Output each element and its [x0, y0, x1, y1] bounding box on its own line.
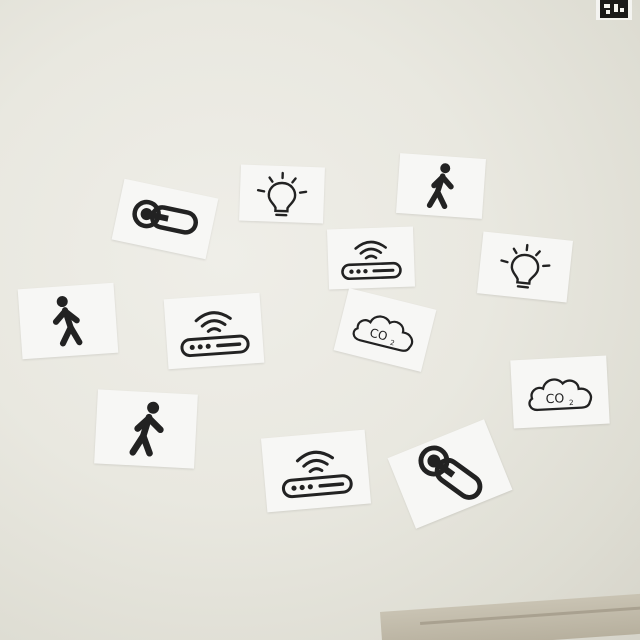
wifi-router-card [326, 226, 416, 290]
walking-person-card [17, 282, 119, 360]
walking-person-icon [52, 296, 83, 347]
wifi-router-card [163, 292, 265, 370]
light-bulb-card [477, 231, 573, 303]
walking-person-card [94, 389, 198, 469]
thermometer-icon [132, 199, 198, 235]
co2-label: CO [368, 326, 389, 344]
light-bulb-icon [500, 243, 551, 289]
walking-person-card [396, 153, 486, 219]
wifi-router-icon [180, 311, 250, 358]
wifi-router-card [260, 429, 372, 513]
co2-label: CO [545, 390, 565, 406]
walking-person-icon [426, 163, 454, 210]
thermometer-card [387, 419, 513, 529]
co2-cloud-icon: CO 2 [352, 315, 414, 352]
co2-card: CO 2 [510, 355, 610, 429]
wifi-router-icon [281, 450, 353, 499]
walking-person-icon [129, 401, 164, 457]
light-bulb-icon [256, 171, 308, 217]
co2-cloud-icon: CO 2 [528, 378, 593, 412]
light-bulb-card [239, 164, 325, 224]
co2-subscript: 2 [569, 398, 574, 407]
co2-card: CO 2 [333, 288, 437, 372]
fiducial-marker [596, 0, 632, 20]
thermometer-icon [418, 445, 483, 500]
thermometer-card [111, 178, 219, 260]
co2-subscript: 2 [389, 339, 395, 348]
table-surface: CO 2 CO 2 [0, 0, 640, 640]
wifi-router-icon [341, 240, 402, 281]
